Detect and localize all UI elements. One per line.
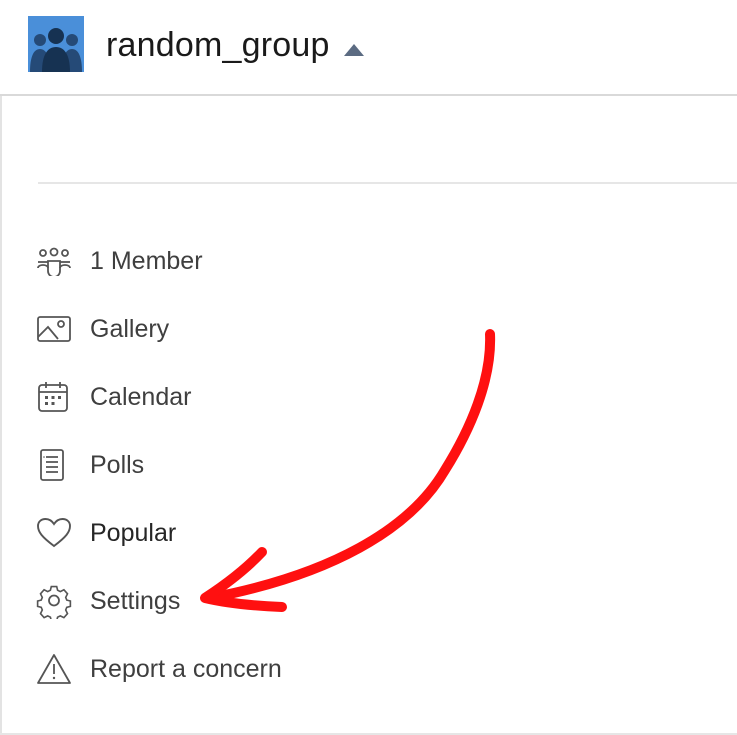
menu-item-polls[interactable]: Polls (36, 443, 436, 487)
red-arrow-annotation (200, 329, 496, 612)
heart-icon (36, 514, 74, 552)
group-people-icon (28, 16, 84, 72)
menu-item-label: Report a concern (90, 655, 282, 683)
calendar-icon (36, 378, 74, 416)
panel-border (0, 96, 2, 735)
members-icon (36, 242, 74, 280)
group-avatar[interactable] (28, 16, 84, 72)
caret-up-icon[interactable] (340, 38, 368, 62)
menu-item-label: 1 Member (90, 247, 203, 275)
menu-item-label: Settings (90, 587, 181, 615)
group-header: random_group (0, 0, 737, 96)
polls-icon (36, 446, 74, 484)
menu-item-settings[interactable]: Settings (36, 579, 436, 623)
section-divider (38, 182, 737, 184)
menu-item-calendar[interactable]: Calendar (36, 375, 436, 419)
gallery-icon (36, 310, 74, 348)
menu-item-report[interactable]: Report a concern (36, 647, 436, 691)
menu-item-label: Popular (90, 519, 177, 547)
menu-item-label: Polls (90, 451, 145, 479)
menu-item-members[interactable]: 1 Member (36, 239, 436, 283)
group-name: random_group (106, 26, 330, 64)
menu-item-popular[interactable]: Popular (36, 511, 436, 555)
warning-icon (36, 650, 74, 688)
gear-icon (36, 582, 74, 620)
menu-item-gallery[interactable]: Gallery (36, 307, 436, 351)
menu-item-label: Gallery (90, 315, 170, 343)
menu-item-label: Calendar (90, 383, 192, 411)
